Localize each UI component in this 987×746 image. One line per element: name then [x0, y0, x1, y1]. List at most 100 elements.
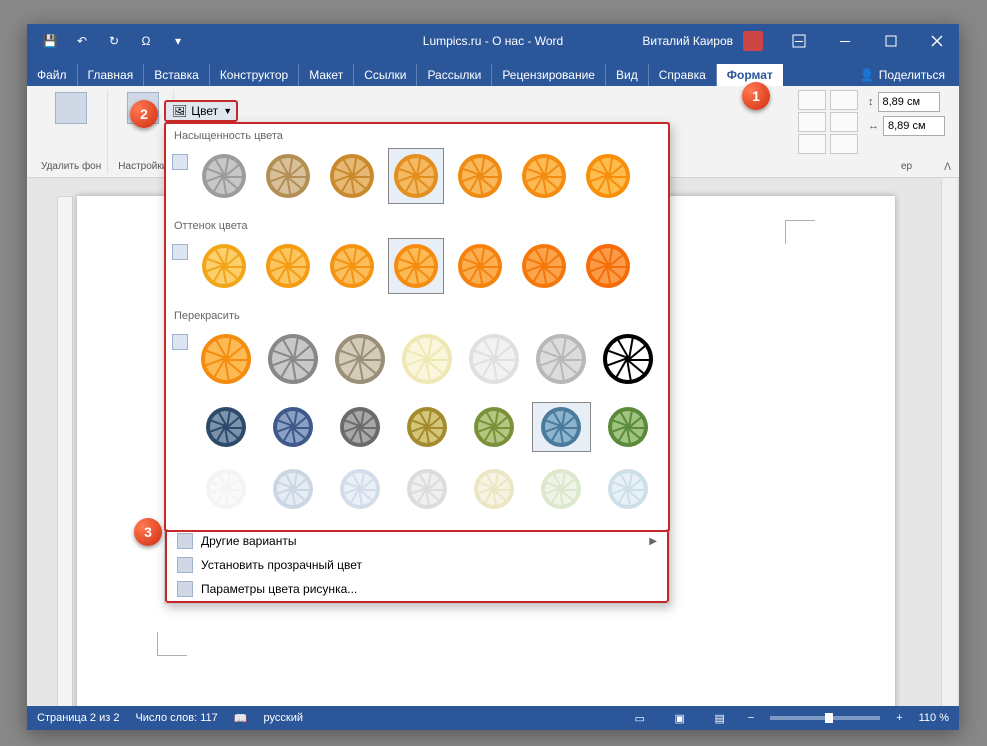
color-swatch[interactable]	[397, 402, 456, 452]
redo-icon[interactable]: ↻	[99, 27, 129, 55]
tab-главная[interactable]: Главная	[78, 64, 145, 86]
color-swatch[interactable]	[263, 464, 322, 514]
tab-рассылки[interactable]: Рассылки	[417, 64, 492, 86]
color-swatch[interactable]	[452, 148, 508, 204]
more-variants-label: Другие варианты	[201, 534, 296, 548]
color-swatch[interactable]	[397, 328, 456, 390]
margin-guide	[157, 632, 187, 656]
remove-bg-icon	[55, 92, 87, 124]
color-swatch[interactable]	[330, 402, 389, 452]
color-swatch[interactable]	[388, 148, 444, 204]
tone-title: Оттенок цвета	[166, 214, 668, 236]
tab-вставка[interactable]: Вставка	[144, 64, 210, 86]
align-button[interactable]	[798, 134, 826, 154]
remove-background-group[interactable]: Удалить фон	[35, 90, 108, 174]
more-variants-icon	[177, 533, 193, 549]
minimize-icon[interactable]	[823, 24, 867, 58]
arrange-group	[798, 90, 826, 154]
maximize-icon[interactable]	[869, 24, 913, 58]
ribbon-options-icon[interactable]	[777, 24, 821, 58]
color-swatch[interactable]	[397, 464, 456, 514]
color-swatch[interactable]	[196, 238, 252, 294]
position-button[interactable]	[798, 90, 826, 110]
close-icon[interactable]	[915, 24, 959, 58]
color-swatch[interactable]	[196, 464, 255, 514]
avatar[interactable]	[743, 31, 763, 51]
set-transparent-item[interactable]: Установить прозрачный цвет	[167, 553, 667, 577]
color-swatch[interactable]	[452, 238, 508, 294]
tab-макет[interactable]: Макет	[299, 64, 354, 86]
tab-конструктор[interactable]: Конструктор	[210, 64, 299, 86]
picture-color-options-item[interactable]: Параметры цвета рисунка...	[167, 577, 667, 601]
save-icon[interactable]: 💾	[35, 27, 65, 55]
tone-row	[166, 236, 668, 304]
color-swatch[interactable]	[580, 148, 636, 204]
symbol-icon[interactable]: Ω	[131, 27, 161, 55]
margin-guide	[785, 220, 815, 244]
color-swatch[interactable]	[260, 148, 316, 204]
color-swatch[interactable]	[532, 464, 591, 514]
color-swatch[interactable]	[599, 464, 658, 514]
vertical-scrollbar[interactable]	[941, 178, 957, 706]
color-swatch[interactable]	[465, 402, 524, 452]
page-indicator[interactable]: Страница 2 из 2	[37, 712, 119, 724]
color-swatch[interactable]	[324, 238, 380, 294]
web-layout-icon[interactable]: ▤	[708, 708, 732, 728]
color-swatch[interactable]	[263, 402, 322, 452]
more-variants-item[interactable]: Другие варианты ▶	[167, 529, 667, 553]
color-menu-footer: Другие варианты ▶ Установить прозрачный …	[165, 529, 669, 603]
options-icon	[177, 581, 193, 597]
color-swatch[interactable]	[599, 402, 658, 452]
qat-more-icon[interactable]: ▾	[163, 27, 193, 55]
zoom-slider[interactable]	[770, 716, 880, 720]
color-swatch[interactable]	[532, 402, 591, 452]
rotate-button[interactable]	[830, 134, 858, 154]
color-swatch[interactable]	[599, 328, 658, 390]
size-group-hint: ер	[901, 161, 912, 172]
color-swatch[interactable]	[324, 148, 380, 204]
color-swatch[interactable]	[465, 464, 524, 514]
color-label: Цвет	[191, 104, 218, 118]
color-swatch[interactable]	[330, 328, 389, 390]
width-input[interactable]	[883, 116, 945, 136]
color-swatch[interactable]	[196, 328, 255, 390]
read-mode-icon[interactable]: ▭	[628, 708, 652, 728]
color-swatch[interactable]	[516, 238, 572, 294]
color-swatch[interactable]	[580, 238, 636, 294]
recolor-title: Перекрасить	[166, 304, 668, 326]
collapse-ribbon-icon[interactable]: ᐱ	[944, 162, 951, 173]
color-swatch[interactable]	[330, 464, 389, 514]
color-swatch[interactable]	[388, 238, 444, 294]
tab-рецензирование[interactable]: Рецензирование	[492, 64, 606, 86]
share-icon: 👤	[860, 68, 875, 82]
user-name[interactable]: Виталий Каиров	[634, 34, 741, 48]
color-swatch[interactable]	[516, 148, 572, 204]
print-layout-icon[interactable]: ▣	[668, 708, 692, 728]
forward-button[interactable]	[830, 90, 858, 110]
language-indicator[interactable]: русский	[264, 712, 303, 724]
tab-справка[interactable]: Справка	[649, 64, 717, 86]
color-swatch[interactable]	[465, 328, 524, 390]
share-button[interactable]: 👤 Поделиться	[846, 64, 959, 86]
color-swatch[interactable]	[532, 328, 591, 390]
wrap-button[interactable]	[798, 112, 826, 132]
remove-bg-label: Удалить фон	[41, 161, 101, 172]
zoom-in-icon[interactable]: +	[896, 712, 902, 724]
color-swatch[interactable]	[260, 238, 316, 294]
tab-файл[interactable]: Файл	[27, 64, 78, 86]
zoom-out-icon[interactable]: −	[748, 712, 754, 724]
color-swatch[interactable]	[196, 148, 252, 204]
zoom-value[interactable]: 110 %	[919, 712, 949, 724]
tab-ссылки[interactable]: Ссылки	[354, 64, 417, 86]
word-count[interactable]: Число слов: 117	[135, 712, 217, 724]
undo-icon[interactable]: ↶	[67, 27, 97, 55]
color-swatch[interactable]	[263, 328, 322, 390]
height-input[interactable]	[878, 92, 940, 112]
color-dropdown-button[interactable]: 🖼 Цвет ▼	[164, 100, 238, 122]
picture-color-options-label: Параметры цвета рисунка...	[201, 582, 357, 596]
spellcheck-icon[interactable]: 📖	[234, 712, 248, 725]
submenu-arrow-icon: ▶	[649, 536, 657, 547]
tab-вид[interactable]: Вид	[606, 64, 649, 86]
color-swatch[interactable]	[196, 402, 255, 452]
backward-button[interactable]	[830, 112, 858, 132]
